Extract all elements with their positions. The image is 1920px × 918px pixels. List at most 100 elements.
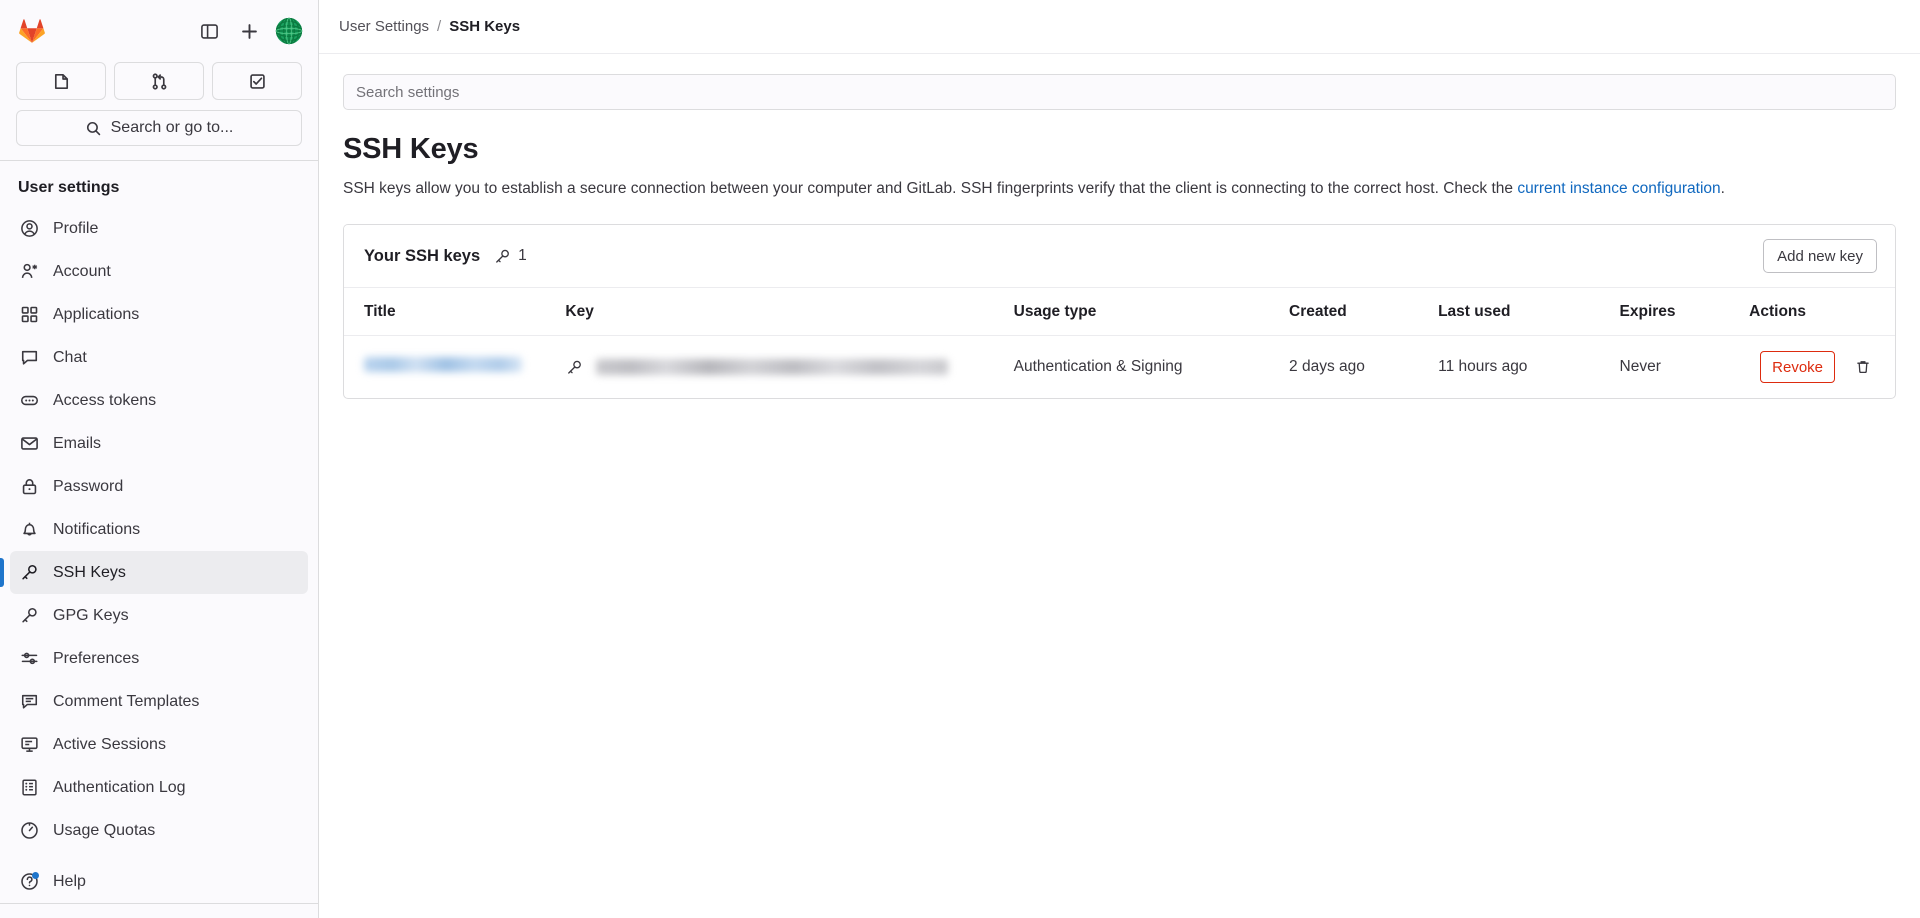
sidebar-item-label: Applications (53, 305, 140, 323)
sidebar-item-gpg-keys[interactable]: GPG Keys (10, 594, 308, 637)
cell-usage-type: Authentication & Signing (1013, 358, 1183, 376)
monitor-icon (19, 735, 39, 755)
cell-last-used: 11 hours ago (1438, 358, 1528, 376)
breadcrumb: User Settings / SSH Keys (319, 0, 1920, 54)
page-title: SSH Keys (343, 133, 479, 165)
merge-requests-button[interactable] (114, 62, 204, 100)
sidebar-item-label: Help (53, 872, 86, 890)
sidebar-item-active-sessions[interactable]: Active Sessions (10, 723, 308, 766)
sidebar-item-help[interactable]: Help (10, 860, 308, 903)
ssh-keys-table: Title Key Usage type Created Last used E… (344, 287, 1895, 398)
sidebar-section-title: User settings (18, 179, 120, 196)
key-fingerprint-wrapper (565, 359, 1005, 376)
key-icon (19, 606, 39, 626)
table-header-row: Title Key Usage type Created Last used E… (344, 287, 1895, 336)
issues-button[interactable] (16, 62, 106, 100)
gitlab-logo-icon[interactable] (16, 15, 48, 47)
applications-icon (19, 305, 39, 325)
profile-icon (19, 219, 39, 239)
chat-icon (19, 348, 39, 368)
breadcrumb-user-settings[interactable]: User Settings (339, 18, 429, 35)
sidebar-item-chat[interactable]: Chat (10, 336, 308, 379)
sidebar-item-label: Preferences (53, 649, 140, 667)
breadcrumb-ssh-keys[interactable]: SSH Keys (449, 18, 520, 35)
column-header-expires[interactable]: Expires (1620, 288, 1750, 336)
user-avatar[interactable] (274, 16, 304, 46)
toggle-sidebar-button[interactable] (192, 14, 226, 48)
sidebar-item-label: GPG Keys (53, 606, 129, 624)
trash-icon (1857, 361, 1869, 374)
cell-actions: Revoke (1749, 336, 1895, 399)
row-actions: Revoke (1749, 351, 1877, 384)
sidebar-item-ssh-keys[interactable]: SSH Keys (0, 551, 308, 594)
sidebar-item-usage-quotas[interactable]: Usage Quotas (10, 809, 308, 852)
key-icon (496, 249, 510, 263)
sidebar-item-emails[interactable]: Emails (10, 422, 308, 465)
ssh-key-title-redacted (364, 357, 522, 373)
column-header-usage-type[interactable]: Usage type (1014, 288, 1289, 336)
preferences-icon (19, 649, 39, 669)
search-or-go-to-label: Search or go to... (110, 119, 234, 136)
page-description: SSH keys allow you to establish a secure… (343, 177, 1843, 200)
log-icon (19, 778, 39, 798)
sidebar-bottom-divider (0, 903, 318, 904)
sidebar: Search or go to... User settings Profile (0, 0, 319, 918)
sidebar-item-label: Active Sessions (53, 735, 166, 753)
ssh-keys-card: Your SSH keys 1 Add new key Title Key Us… (343, 224, 1896, 400)
account-icon (19, 262, 39, 282)
key-icon (19, 563, 39, 583)
column-header-title[interactable]: Title (344, 288, 565, 336)
column-header-key[interactable]: Key (565, 288, 1013, 336)
ssh-key-count-value: 1 (518, 247, 527, 265)
sidebar-item-label: Account (53, 262, 111, 280)
ssh-key-count: 1 (494, 247, 527, 265)
sidebar-item-authentication-log[interactable]: Authentication Log (10, 766, 308, 809)
settings-search-input[interactable] (343, 74, 1896, 110)
column-header-last-used[interactable]: Last used (1438, 288, 1619, 336)
ssh-key-fingerprint-redacted (596, 359, 949, 376)
key-icon (565, 359, 583, 376)
comment-icon (19, 692, 39, 712)
bell-icon (19, 520, 39, 540)
table-head: Title Key Usage type Created Last used E… (344, 287, 1895, 336)
sidebar-item-label: Emails (53, 434, 102, 452)
sidebar-item-account[interactable]: Account (10, 250, 308, 293)
delete-key-button[interactable] (1849, 353, 1877, 381)
sidebar-nav-scroll[interactable]: User settings Profile Account Applicatio… (0, 161, 318, 854)
search-or-go-to-button[interactable]: Search or go to... (16, 110, 302, 146)
sidebar-item-label: Profile (53, 219, 99, 237)
sidebar-item-profile[interactable]: Profile (10, 207, 308, 250)
sidebar-item-comment-templates[interactable]: Comment Templates (10, 680, 308, 723)
cell-created: 2 days ago (1289, 358, 1365, 376)
token-icon (19, 391, 39, 411)
table-row: Authentication & Signing 2 days ago 11 h… (344, 336, 1895, 399)
main-content: User Settings / SSH Keys SSH Keys SSH ke… (319, 0, 1920, 918)
column-header-actions: Actions (1749, 302, 1806, 320)
todos-button[interactable] (212, 62, 302, 100)
sidebar-quick-actions (0, 62, 318, 110)
create-new-button[interactable] (232, 14, 266, 48)
table-body: Authentication & Signing 2 days ago 11 h… (344, 336, 1895, 399)
email-icon (19, 434, 39, 454)
add-new-key-button[interactable]: Add new key (1763, 239, 1877, 274)
sidebar-item-label: Password (53, 477, 124, 495)
column-header-created[interactable]: Created (1289, 288, 1438, 336)
card-title: Your SSH keys (364, 246, 481, 265)
sidebar-item-access-tokens[interactable]: Access tokens (10, 379, 308, 422)
sidebar-item-applications[interactable]: Applications (10, 293, 308, 336)
sidebar-bottom: Help (0, 854, 318, 918)
sidebar-item-password[interactable]: Password (10, 465, 308, 508)
current-instance-configuration-link[interactable]: current instance configuration (1517, 180, 1720, 197)
revoke-button[interactable]: Revoke (1760, 351, 1835, 384)
page-content: SSH Keys SSH keys allow you to establish… (319, 54, 1920, 400)
sidebar-item-notifications[interactable]: Notifications (10, 508, 308, 551)
help-notification-dot (32, 871, 39, 879)
cell-title[interactable] (344, 336, 565, 399)
search-icon (86, 121, 100, 135)
app-root: Search or go to... User settings Profile (0, 0, 1920, 918)
sidebar-item-label: Usage Quotas (53, 821, 156, 839)
sidebar-item-label: Notifications (53, 520, 141, 538)
cell-key (565, 336, 1013, 399)
page-description-text: SSH keys allow you to establish a secure… (343, 180, 1518, 197)
sidebar-item-preferences[interactable]: Preferences (10, 637, 308, 680)
